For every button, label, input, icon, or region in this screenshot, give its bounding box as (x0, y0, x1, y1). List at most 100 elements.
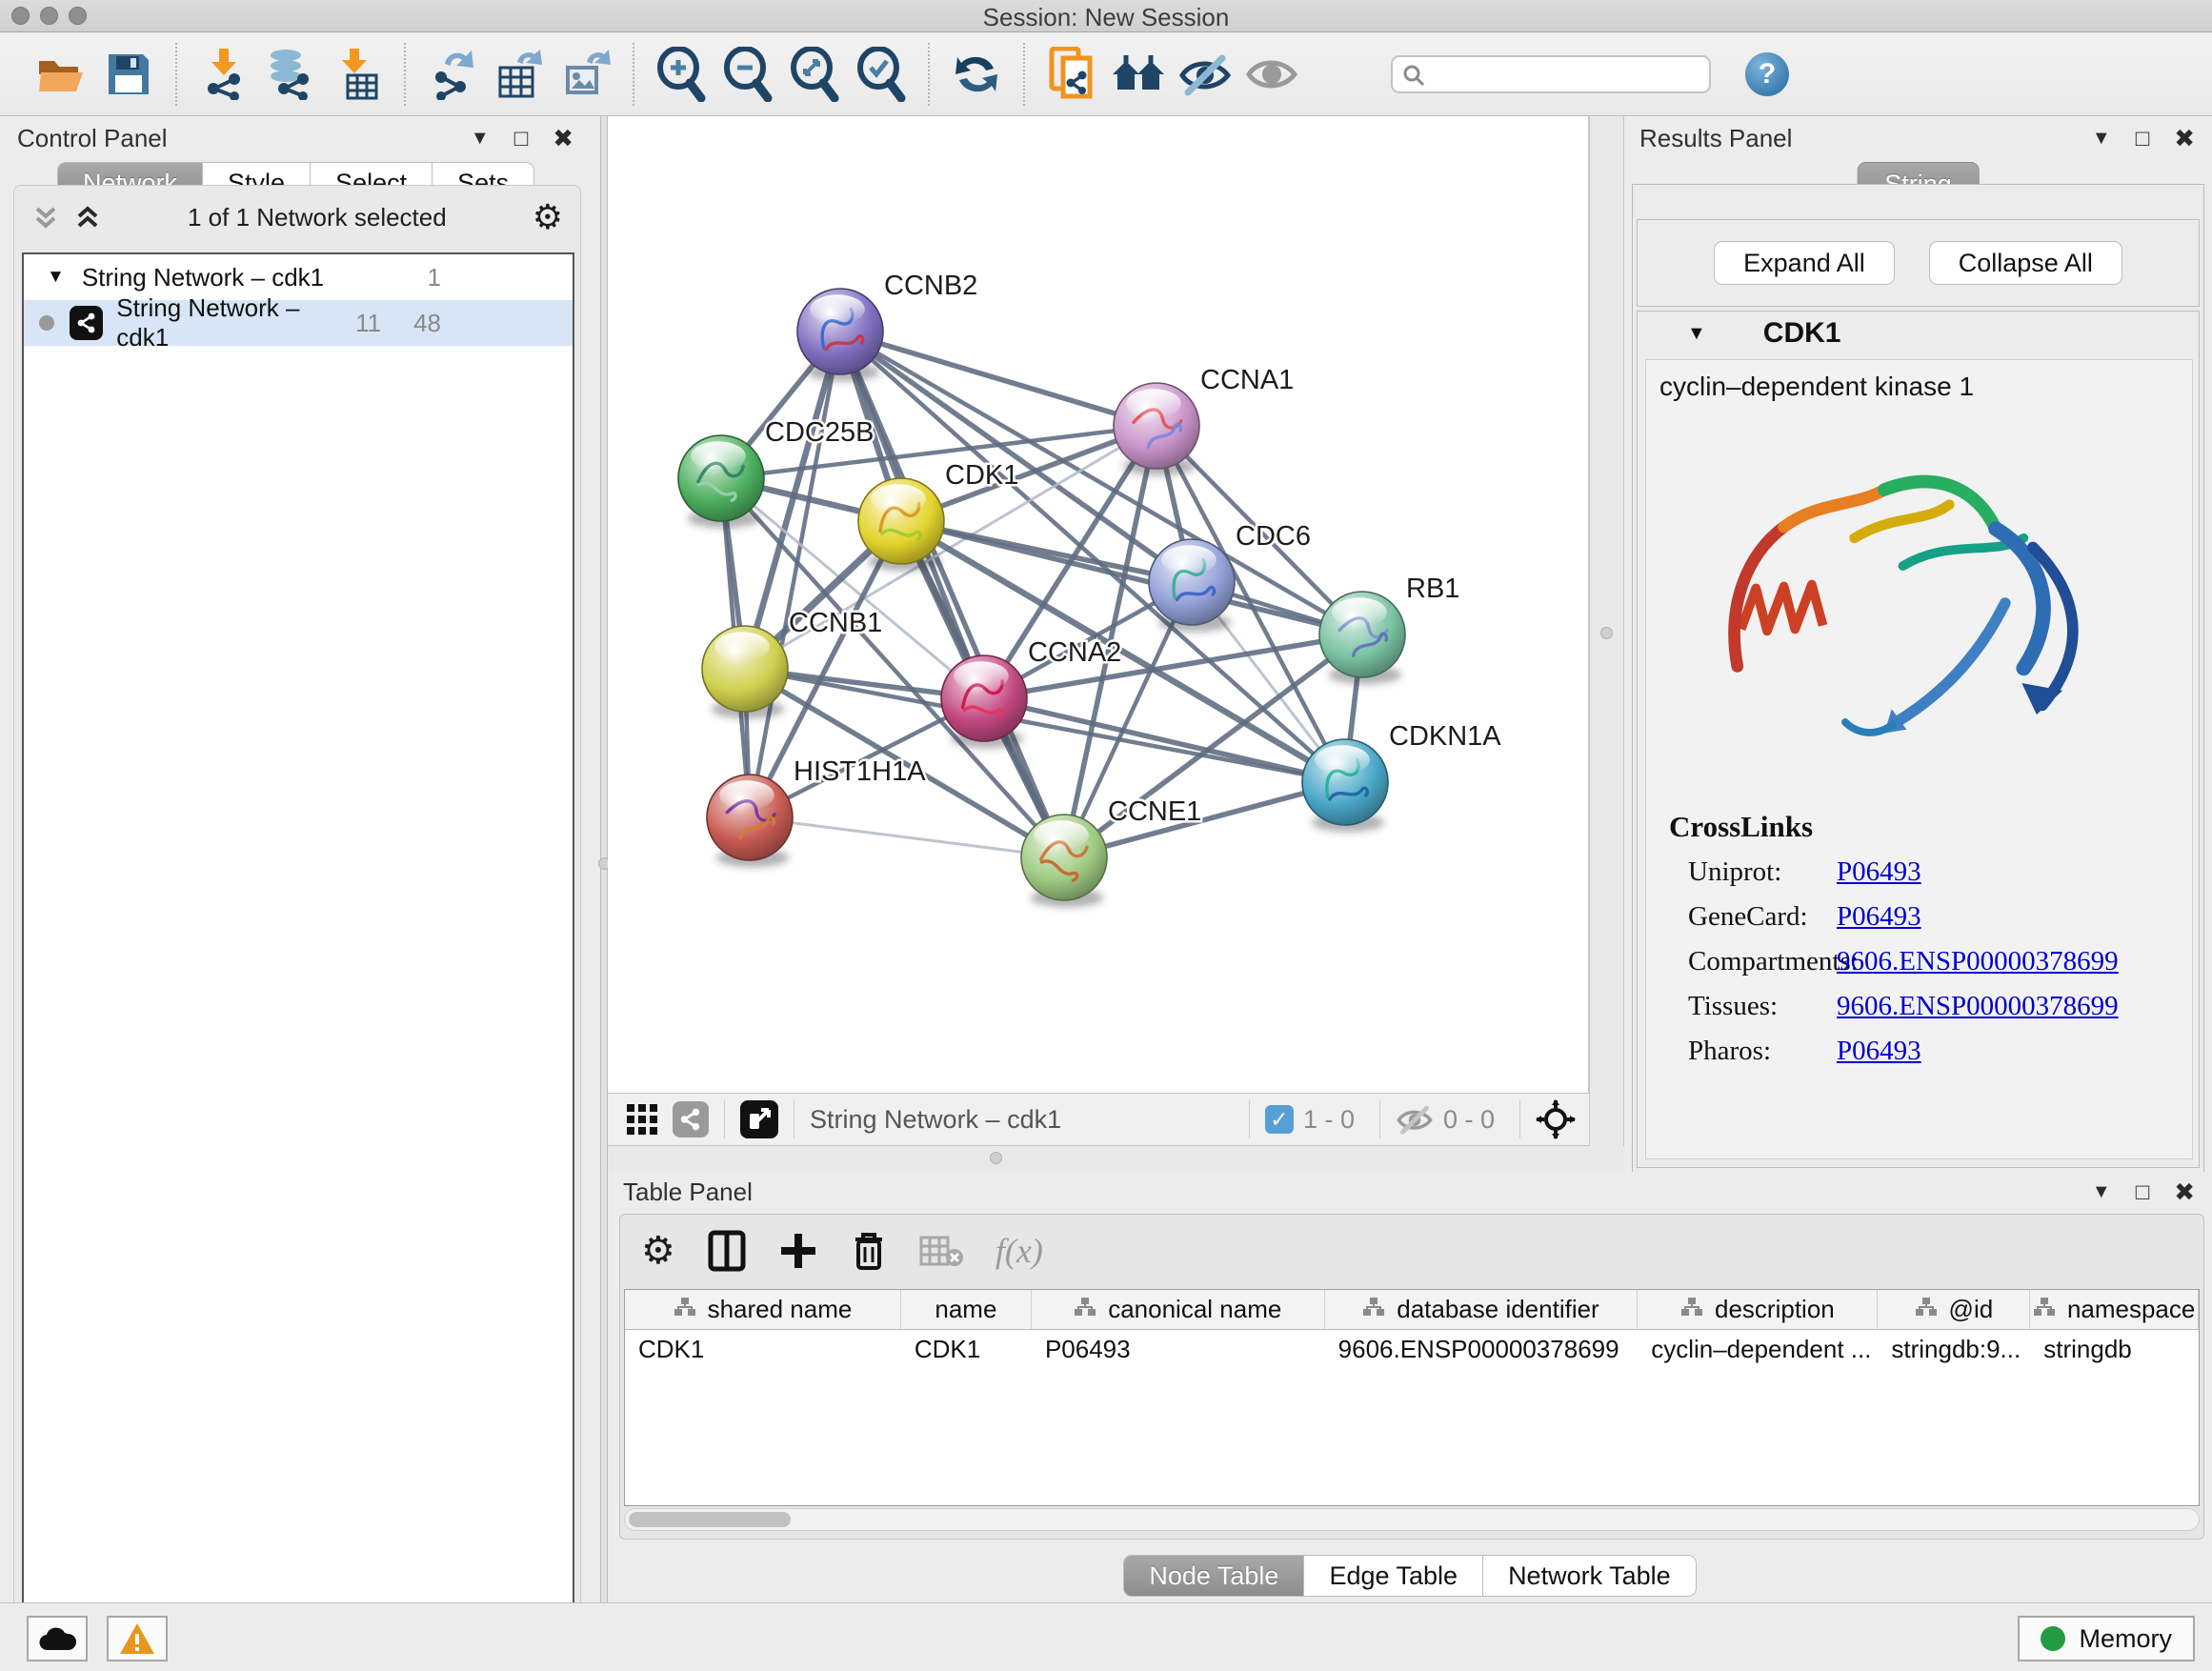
save-session-button[interactable] (101, 47, 156, 102)
network-node-CDC25B[interactable] (678, 435, 764, 528)
search-input[interactable] (1391, 55, 1711, 93)
hide-unhide-button[interactable] (1177, 47, 1233, 102)
export-table-button[interactable] (492, 47, 547, 102)
import-table-button[interactable] (330, 47, 385, 102)
network-node-CCNB1[interactable] (702, 626, 788, 718)
table-cell[interactable]: stringdb (2030, 1330, 2199, 1370)
import-network-from-database-button[interactable] (263, 47, 318, 102)
close-panel-icon[interactable]: ✖ (2174, 124, 2195, 153)
network-node-CDK1[interactable] (858, 478, 944, 571)
table-row[interactable]: CDK1CDK1P064939606.ENSP00000378699cyclin… (625, 1330, 2199, 1370)
column-header-namespace[interactable]: namespace (2030, 1290, 2199, 1329)
table-cell[interactable]: 9606.ENSP00000378699 (1325, 1330, 1639, 1370)
tab-edge-table[interactable]: Edge Table (1304, 1555, 1483, 1597)
network-edge[interactable] (1064, 782, 1345, 857)
tab-node-table[interactable]: Node Table (1123, 1555, 1304, 1597)
network-row[interactable]: String Network – cdk1 11 48 (24, 300, 573, 346)
open-session-button[interactable] (34, 47, 90, 102)
crosslink-link[interactable]: P06493 (1837, 901, 1921, 933)
column-header-@id[interactable]: @id (1878, 1290, 2030, 1329)
collapse-all-button[interactable]: Collapse All (1929, 241, 2122, 285)
memory-button[interactable]: Memory (2018, 1616, 2195, 1661)
column-header-name[interactable]: name (901, 1290, 1032, 1329)
tab-network-table[interactable]: Network Table (1483, 1555, 1697, 1597)
node-label-CDC6: CDC6 (1236, 521, 1311, 552)
table-cell[interactable]: CDK1 (625, 1330, 901, 1370)
apply-layout-button[interactable] (949, 47, 1004, 102)
network-node-CCNE1[interactable] (1021, 815, 1107, 907)
network-canvas[interactable]: CCNB2CCNA1CDC25BCDK1CDC6RB1CCNB1CCNA2CDK… (608, 116, 1589, 1093)
close-panel-icon[interactable]: ✖ (2174, 1178, 2195, 1207)
show-columns-icon[interactable] (708, 1230, 746, 1272)
add-column-icon[interactable] (778, 1231, 818, 1271)
network-edge[interactable] (750, 817, 1064, 857)
table-cell[interactable]: CDK1 (901, 1330, 1032, 1370)
crosslink-link[interactable]: P06493 (1837, 856, 1921, 888)
cloud-button[interactable] (27, 1616, 88, 1661)
node-count: 11 (355, 309, 381, 338)
float-panel-icon[interactable]: □ (2136, 126, 2150, 152)
crosshair-icon[interactable] (1536, 1099, 1576, 1139)
network-edge[interactable] (840, 332, 1156, 426)
crosslink-link[interactable]: 9606.ENSP00000378699 (1837, 991, 2119, 1022)
column-header-canonical-name[interactable]: canonical name (1032, 1290, 1325, 1329)
help-button[interactable]: ? (1745, 52, 1789, 96)
splitter-grip[interactable] (1600, 627, 1613, 639)
network-edge[interactable] (750, 332, 840, 817)
node-label-CCNA2: CCNA2 (1028, 637, 1121, 668)
crosslink-link[interactable]: P06493 (1837, 1036, 1921, 1067)
string-home-button[interactable] (1111, 47, 1166, 102)
collapse-panel-icon[interactable]: ▼ (471, 128, 490, 150)
zoom-in-button[interactable] (654, 47, 709, 102)
fit-content-button[interactable] (787, 47, 842, 102)
network-node-RB1[interactable] (1319, 592, 1405, 684)
table-cell[interactable]: stringdb:9... (1878, 1330, 2030, 1370)
zoom-selected-button[interactable] (854, 47, 909, 102)
collection-expand-icon[interactable]: ▼ (47, 267, 65, 288)
expand-all-button[interactable]: Expand All (1714, 241, 1895, 285)
network-node-HIST1H1A[interactable] (707, 775, 793, 867)
column-header-shared-name[interactable]: shared name (625, 1290, 901, 1329)
zoom-selected-icon (855, 47, 907, 102)
clone-network-button[interactable] (1044, 47, 1099, 102)
string-results-container: Expand All Collapse All ▼ CDK1 cyclin–de… (1632, 184, 2204, 1173)
panel-splitter[interactable] (1589, 116, 1624, 1172)
show-eye-button[interactable] (1244, 47, 1299, 102)
float-panel-icon[interactable]: □ (514, 126, 529, 152)
collapse-panel-icon[interactable]: ▼ (2092, 128, 2111, 150)
expand-all-networks-icon[interactable] (73, 203, 102, 232)
memory-label: Memory (2079, 1624, 2172, 1654)
open-in-new-window-icon[interactable] (740, 1100, 778, 1138)
hidden-eye-slash-icon[interactable] (1396, 1104, 1434, 1135)
collapse-all-networks-icon[interactable] (31, 203, 60, 232)
splitter-grip[interactable] (990, 1152, 1002, 1164)
warning-button[interactable] (107, 1616, 168, 1661)
import-table-icon (334, 49, 380, 100)
column-header-database-identifier[interactable]: database identifier (1325, 1290, 1639, 1329)
crosslink-link[interactable]: 9606.ENSP00000378699 (1837, 946, 2119, 977)
table-cell[interactable]: cyclin–dependent ... (1638, 1330, 1878, 1370)
table-cell[interactable]: P06493 (1032, 1330, 1325, 1370)
close-panel-icon[interactable]: ✖ (553, 124, 573, 153)
section-collapse-icon[interactable]: ▼ (1687, 323, 1706, 345)
node-table[interactable]: shared namenamecanonical namedatabase id… (624, 1289, 2200, 1506)
table-options-gear-icon[interactable]: ⚙ (641, 1229, 675, 1273)
network-options-gear-icon[interactable]: ⚙ (533, 197, 563, 237)
collapse-panel-icon[interactable]: ▼ (2092, 1181, 2111, 1203)
delete-column-icon[interactable] (851, 1230, 887, 1272)
network-node-CCNA1[interactable] (1114, 383, 1199, 475)
import-network-button[interactable] (196, 47, 251, 102)
crosslink-row: Uniprot:P06493 (1646, 850, 2192, 895)
network-node-CDKN1A[interactable] (1302, 739, 1388, 832)
network-share-icon[interactable] (673, 1101, 709, 1137)
export-network-button[interactable] (425, 47, 480, 102)
zoom-out-button[interactable] (720, 47, 775, 102)
tree-column-icon (1915, 1295, 1938, 1324)
table-horizontal-scrollbar[interactable] (624, 1508, 2200, 1531)
float-panel-icon[interactable]: □ (2136, 1179, 2150, 1206)
selected-checkbox-icon[interactable]: ✓ (1265, 1105, 1294, 1134)
scrollbar-thumb[interactable] (629, 1512, 791, 1527)
grid-view-icon[interactable] (625, 1102, 659, 1137)
export-image-button[interactable] (558, 47, 613, 102)
column-header-description[interactable]: description (1638, 1290, 1878, 1329)
